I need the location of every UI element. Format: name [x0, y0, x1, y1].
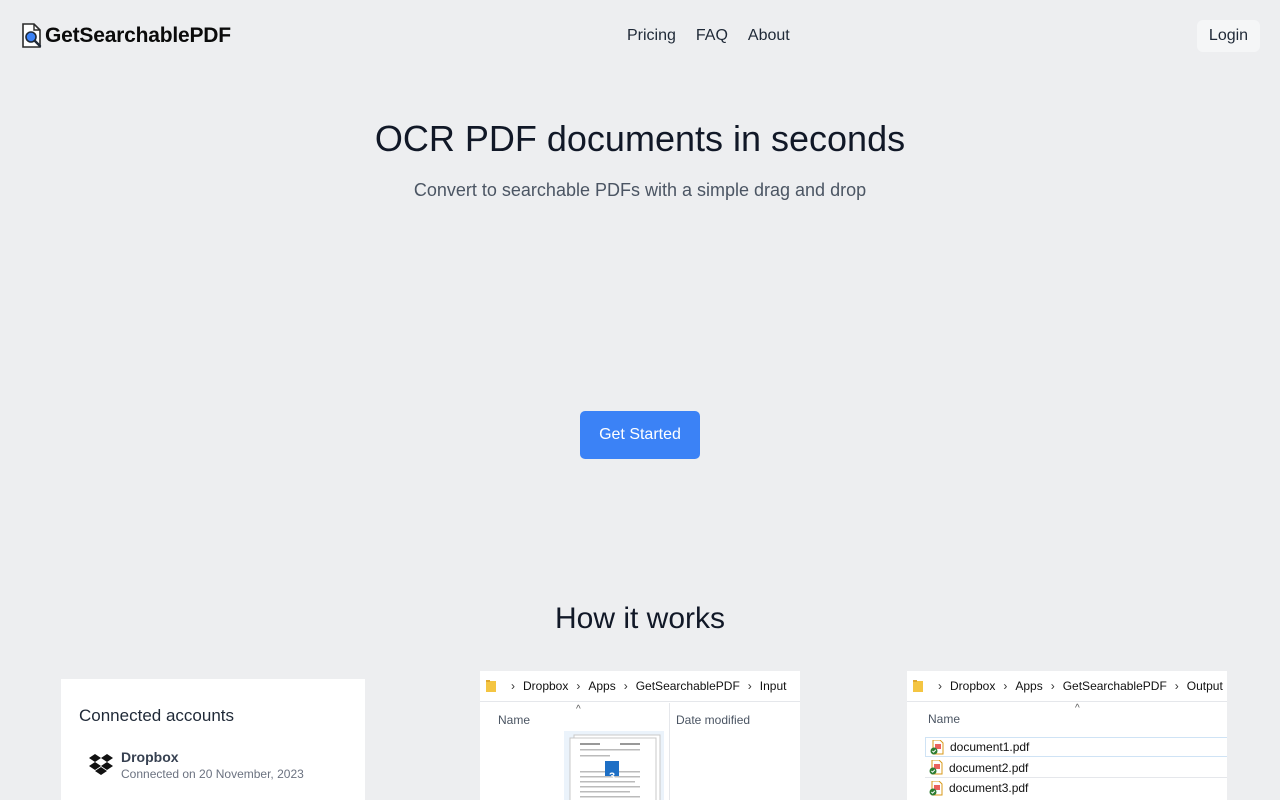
nav-about-link[interactable]: About	[748, 27, 790, 45]
pdf-file-icon	[929, 780, 943, 795]
pdf-search-icon	[22, 23, 42, 48]
nav-pricing-link[interactable]: Pricing	[627, 27, 676, 45]
file-name: document2.pdf	[949, 760, 1029, 775]
folder-icon	[486, 680, 496, 692]
column-name: Name	[498, 713, 531, 727]
chevron-right-icon: ›	[576, 679, 581, 693]
get-started-button[interactable]: Get Started	[580, 411, 700, 459]
hero-title: OCR PDF documents in seconds	[374, 118, 906, 159]
account-status: Connected on 20 November, 2023	[121, 767, 304, 781]
column-date-modified: Date modified	[676, 713, 751, 727]
brand-logo[interactable]: GetSearchablePDF	[20, 23, 231, 49]
breadcrumb-item: Input	[759, 679, 787, 693]
file-row[interactable]: document3.pdf	[925, 778, 1227, 798]
breadcrumb: › Dropbox › Apps › GetSearchablePDF › Ou…	[907, 671, 1227, 702]
file-row[interactable]: document2.pdf	[925, 758, 1227, 778]
file-name: document1.pdf	[950, 740, 1030, 754]
dropbox-icon	[89, 754, 113, 775]
chevron-right-icon: ›	[1050, 679, 1055, 693]
chevron-right-icon: ›	[1003, 679, 1008, 693]
output-folder-screenshot: › Dropbox › Apps › GetSearchablePDF › Ou…	[907, 671, 1227, 800]
nav-faq-link[interactable]: FAQ	[696, 27, 728, 45]
dragged-documents-thumbnail	[564, 731, 664, 800]
chevron-right-icon: ›	[623, 679, 628, 693]
hero-subtitle: Convert to searchable PDFs with a simple…	[413, 180, 867, 200]
chevron-right-icon: ›	[1174, 679, 1179, 693]
brand-name: GetSearchablePDF	[45, 24, 231, 47]
chevron-right-icon: ›	[511, 679, 515, 693]
site-header: GetSearchablePDF Pricing FAQ About Login	[0, 0, 1280, 72]
chevron-right-icon: ›	[938, 679, 942, 693]
login-button[interactable]: Login	[1197, 20, 1260, 52]
column-divider	[669, 703, 670, 800]
breadcrumb-item: GetSearchablePDF	[1062, 679, 1167, 693]
file-name: document3.pdf	[949, 781, 1029, 795]
card-title: Connected accounts	[79, 706, 234, 725]
sort-caret-icon: ^	[1075, 703, 1080, 714]
connected-accounts-card: Connected accounts Dropbox Connected on …	[61, 679, 365, 800]
breadcrumb-item: Apps	[1015, 679, 1043, 693]
chevron-right-icon: ›	[747, 679, 752, 693]
sort-caret-icon: ^	[576, 704, 581, 715]
main-nav: Pricing FAQ About	[627, 27, 790, 45]
file-row[interactable]: document1.pdf	[925, 737, 1227, 757]
account-name: Dropbox	[121, 749, 179, 765]
column-name: Name	[928, 712, 961, 726]
breadcrumb-item: Apps	[588, 679, 616, 693]
input-folder-screenshot: › Dropbox › Apps › GetSearchablePDF › In…	[480, 671, 800, 800]
how-it-works-heading: How it works	[554, 602, 726, 635]
breadcrumb-item: Dropbox	[523, 679, 569, 693]
pdf-file-icon	[930, 739, 944, 754]
pdf-file-icon	[929, 760, 943, 775]
folder-icon	[913, 680, 923, 692]
breadcrumb-item: Dropbox	[950, 679, 996, 693]
breadcrumb-item: GetSearchablePDF	[635, 679, 740, 693]
breadcrumb: › Dropbox › Apps › GetSearchablePDF › In…	[480, 671, 800, 702]
drag-count-badge: 3	[608, 771, 616, 783]
breadcrumb-item: Output	[1186, 679, 1223, 693]
